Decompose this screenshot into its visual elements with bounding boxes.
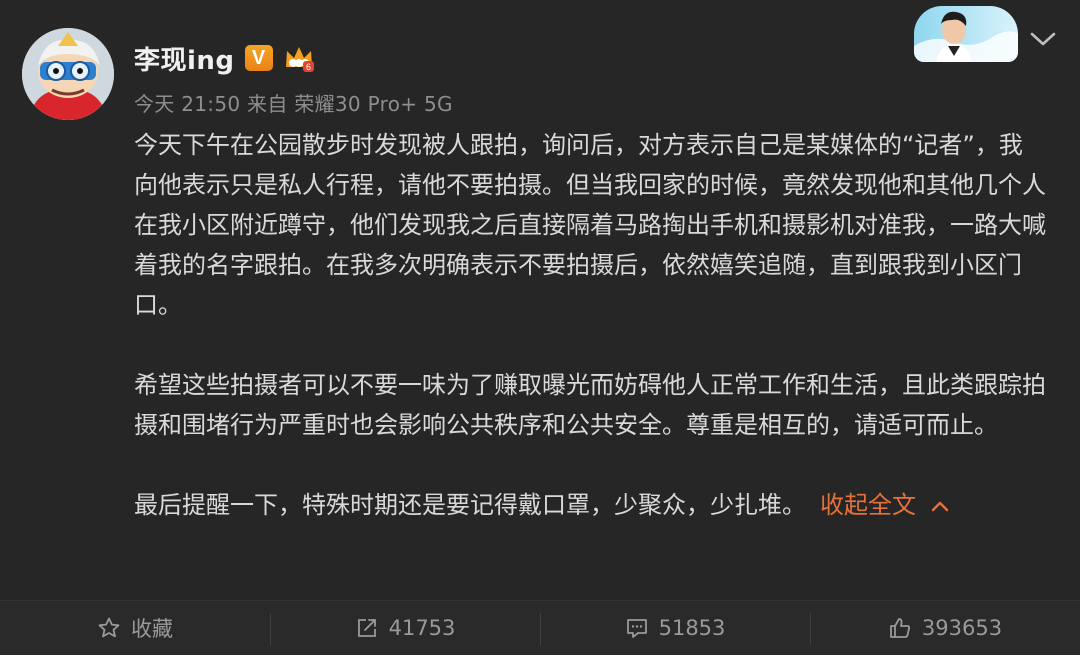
post-body: 今天下午在公园散步时发现被人跟拍，询问后，对方表示自己是某媒体的“记者”，我向他… — [134, 125, 1046, 525]
post-paragraph: 今天下午在公园散步时发现被人跟拍，询问后，对方表示自己是某媒体的“记者”，我向他… — [134, 131, 1046, 319]
user-avatar[interactable] — [22, 28, 114, 120]
post-paragraph-last: 最后提醒一下，特殊时期还是要记得戴口罩，少聚众，少扎堆。 收起全文 — [134, 485, 1046, 525]
comment-count: 51853 — [658, 616, 726, 640]
username-row: 李现ing V 6 — [134, 38, 315, 78]
post-paragraph-text: 最后提醒一下，特殊时期还是要记得戴口罩，少聚众，少扎堆。 — [134, 491, 806, 519]
decoration-card[interactable] — [914, 6, 1018, 62]
repost-count: 41753 — [388, 616, 456, 640]
weibo-post: 李现ing V 6 今天 21:50 来自 荣耀30 Pro+ 5G 今天下午在… — [0, 0, 1080, 600]
favorite-label: 收藏 — [131, 617, 173, 641]
cartoon-avatar-icon — [22, 28, 114, 120]
svg-text:6: 6 — [306, 62, 311, 72]
comment-icon — [626, 619, 647, 638]
thumbs-up-icon — [890, 618, 910, 638]
like-button[interactable]: 393653 — [810, 601, 1080, 655]
post-meta: 今天 21:50 来自 荣耀30 Pro+ 5G — [134, 92, 453, 116]
collapse-text-link[interactable]: 收起全文 — [820, 491, 916, 519]
star-icon — [98, 617, 120, 638]
crown-icon[interactable]: 6 — [283, 43, 315, 73]
chevron-down-icon[interactable] — [1028, 28, 1058, 50]
favorite-button[interactable]: 收藏 — [0, 601, 270, 655]
verified-v-icon[interactable]: V — [244, 45, 273, 71]
action-bar: 收藏 41753 51853 393653 — [0, 600, 1080, 655]
comment-button[interactable]: 51853 — [540, 601, 810, 655]
portrait-card-icon — [914, 6, 1018, 62]
repost-icon — [357, 619, 376, 637]
chevron-up-icon[interactable] — [930, 499, 950, 513]
repost-button[interactable]: 41753 — [270, 601, 540, 655]
username[interactable]: 李现ing — [134, 40, 235, 77]
post-paragraph: 希望这些拍摄者可以不要一味为了赚取曝光而妨碍他人正常工作和生活，且此类跟踪拍摄和… — [134, 371, 1046, 439]
like-count: 393653 — [921, 616, 1003, 640]
